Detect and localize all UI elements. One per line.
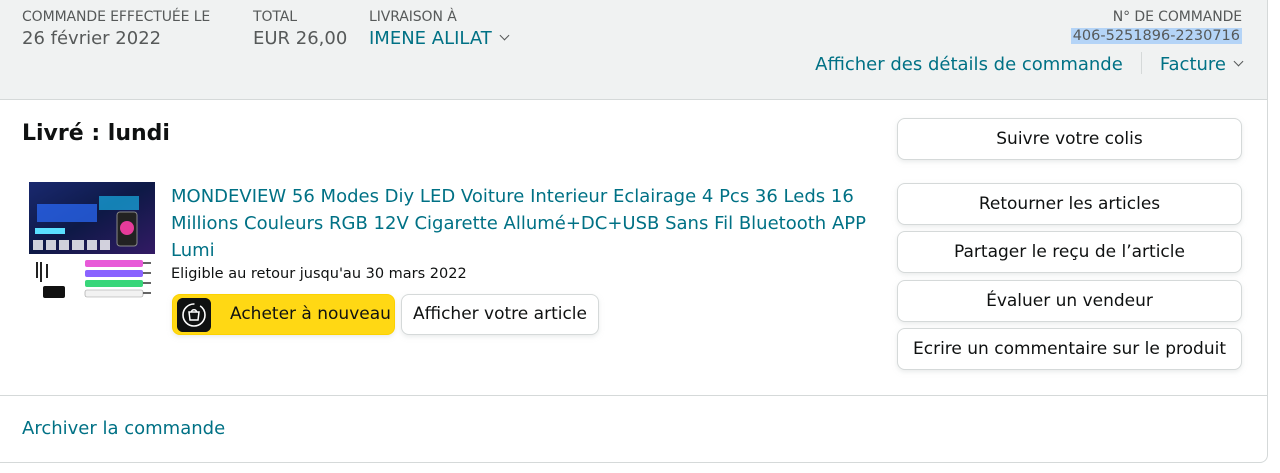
buy-again-label: Acheter à nouveau bbox=[230, 304, 391, 324]
order-date-value: 26 février 2022 bbox=[22, 28, 162, 49]
order-total-value: EUR 26,00 bbox=[253, 28, 348, 49]
order-number-value[interactable]: 406-5251896-2230716 bbox=[1070, 28, 1242, 44]
order-number-col: N° DE COMMANDE 406-5251896-2230716 bbox=[1070, 9, 1242, 44]
order-card: COMMANDE EFFECTUÉE LE 26 février 2022 TO… bbox=[0, 0, 1268, 463]
ship-to-col: LIVRAISON À IMENE ALILAT bbox=[369, 9, 510, 49]
order-date-label: COMMANDE EFFECTUÉE LE bbox=[22, 9, 211, 25]
product-title-link[interactable]: MONDEVIEW 56 Modes Diy LED Voiture Inter… bbox=[171, 183, 871, 264]
rate-seller-button[interactable]: Évaluer un vendeur bbox=[897, 280, 1242, 322]
order-total-label: TOTAL bbox=[253, 9, 297, 25]
ship-to-label: LIVRAISON À bbox=[369, 9, 457, 25]
order-header: COMMANDE EFFECTUÉE LE 26 février 2022 TO… bbox=[0, 0, 1267, 100]
delivery-status: Livré : lundi bbox=[22, 121, 170, 146]
return-items-button[interactable]: Retourner les articles bbox=[897, 183, 1242, 225]
order-number-label: N° DE COMMANDE bbox=[1112, 9, 1242, 25]
view-item-button[interactable]: Afficher votre article bbox=[401, 294, 599, 335]
header-links: Afficher des détails de commande Facture bbox=[815, 52, 1244, 76]
order-date-col: COMMANDE EFFECTUÉE LE 26 février 2022 bbox=[22, 9, 210, 49]
ship-to-name: IMENE ALILAT bbox=[369, 28, 492, 49]
buy-again-icon bbox=[177, 298, 211, 332]
share-receipt-button[interactable]: Partager le reçu de l’article bbox=[897, 231, 1242, 273]
section-divider bbox=[0, 395, 1267, 396]
product-image[interactable] bbox=[29, 182, 155, 306]
write-review-button[interactable]: Ecrire un commentaire sur le produit bbox=[897, 328, 1242, 370]
chevron-down-icon bbox=[499, 30, 510, 41]
order-total-col: TOTAL EUR 26,00 bbox=[253, 9, 347, 49]
order-details-link[interactable]: Afficher des détails de commande bbox=[815, 54, 1123, 75]
track-package-button[interactable]: Suivre votre colis bbox=[897, 118, 1242, 160]
invoice-dropdown[interactable]: Facture bbox=[1159, 54, 1244, 75]
return-eligibility: Eligible au retour jusqu'au 30 mars 2022 bbox=[171, 266, 467, 282]
link-divider bbox=[1140, 52, 1142, 74]
buy-again-button[interactable]: Acheter à nouveau bbox=[172, 294, 395, 335]
ship-to-dropdown[interactable]: IMENE ALILAT bbox=[369, 28, 510, 49]
archive-order-link[interactable]: Archiver la commande bbox=[22, 418, 225, 439]
chevron-down-icon bbox=[1233, 56, 1244, 67]
invoice-label: Facture bbox=[1159, 54, 1226, 75]
